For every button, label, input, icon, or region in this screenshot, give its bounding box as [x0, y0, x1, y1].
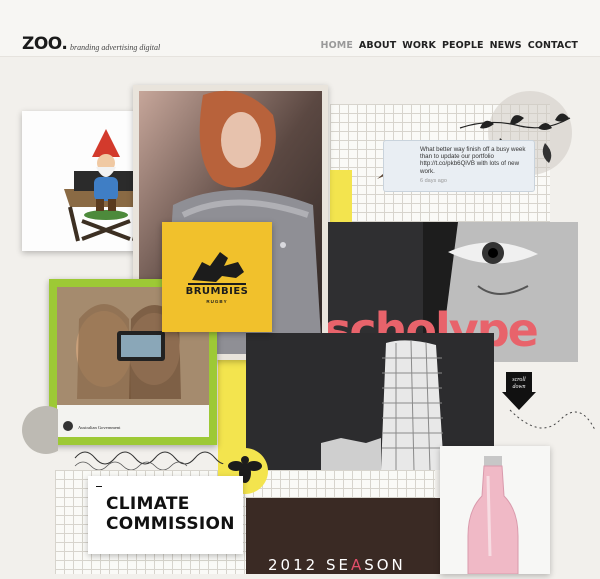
crest-icon	[63, 421, 73, 431]
seal-decoration	[22, 406, 58, 454]
brumbies-title: BRUMBIES	[185, 286, 249, 297]
bottle-image	[467, 456, 519, 575]
australian-government-label: Australian Government	[78, 425, 121, 430]
climate-commission-card[interactable]: CLIMATE COMMISSION	[88, 476, 243, 554]
tweet-time: 6 days ago	[420, 178, 447, 184]
climate-line2: COMMISSION	[106, 514, 235, 534]
tweet-text: What better way finish off a busy week t…	[420, 146, 526, 175]
climate-line1: CLIMATE	[106, 494, 190, 514]
nav-about[interactable]: ABOUT	[359, 40, 396, 51]
nav-contact[interactable]: CONTACT	[528, 40, 578, 51]
nav-news[interactable]: NEWS	[490, 40, 522, 51]
brumbies-card[interactable]: BRUMBIES RUGBY	[162, 222, 272, 332]
drink-photo-card[interactable]	[440, 446, 550, 575]
brumbies-subtitle: RUGBY	[206, 299, 228, 304]
scroll-down-label: scroll down	[512, 377, 526, 390]
nav-people[interactable]: PEOPLE	[442, 40, 484, 51]
season-title: 2012 SEASON	[268, 556, 406, 574]
tweet-bubble[interactable]: What better way finish off a busy week t…	[383, 140, 535, 192]
main-nav: HOME ABOUT WORK PEOPLE NEWS CONTACT	[321, 40, 578, 51]
site-logo[interactable]: ZOO.	[22, 34, 68, 54]
nav-work[interactable]: WORK	[402, 40, 436, 51]
horse-logo-icon	[188, 252, 246, 285]
card-rule	[96, 486, 102, 487]
site-tagline: branding advertising digital	[70, 43, 161, 52]
nav-home[interactable]: HOME	[321, 40, 353, 51]
